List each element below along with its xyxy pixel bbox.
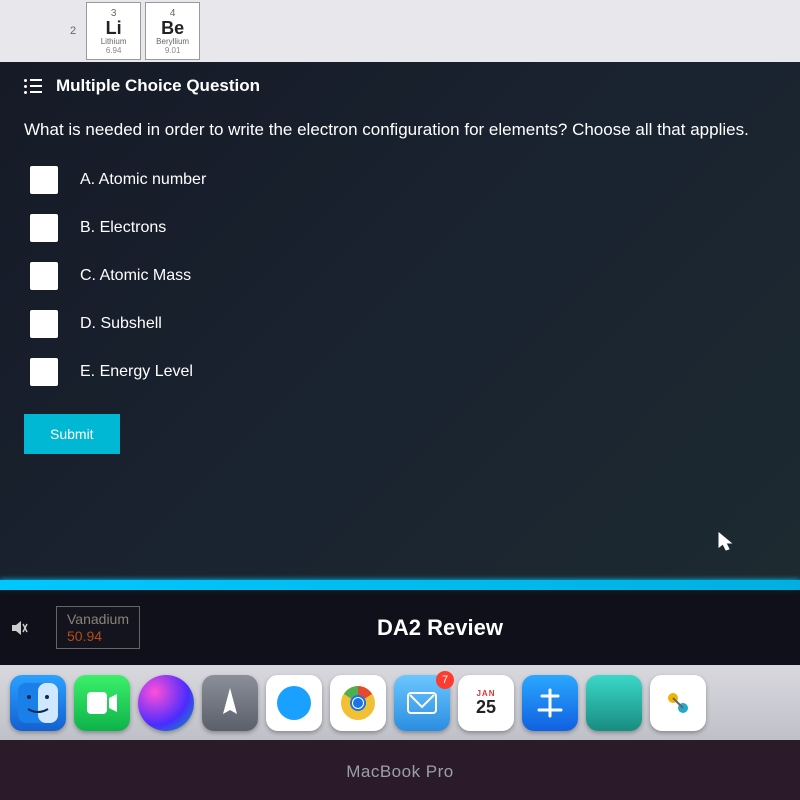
checkbox-d[interactable] [30,310,58,338]
mute-icon[interactable] [6,615,32,641]
progress-bar[interactable] [0,580,800,590]
atomic-mass: 9.01 [165,46,181,55]
panel-title: Multiple Choice Question [56,76,260,96]
cursor-icon [718,532,734,552]
siri-icon[interactable] [138,675,194,731]
review-bar: Vanadium 50.94 DA2 Review [0,590,800,665]
element-lithium: 3 Li Lithium 6.94 [86,2,141,60]
calendar-icon[interactable]: JAN 25 [458,675,514,731]
question-text: What is needed in order to write the ele… [24,118,776,142]
device-label: MacBook Pro [0,762,800,782]
checkbox-e[interactable] [30,358,58,386]
checkbox-b[interactable] [30,214,58,242]
list-icon[interactable] [24,79,42,94]
options-list: A. Atomic number B. Electrons C. Atomic … [30,166,776,386]
finder-icon[interactable] [10,675,66,731]
dock-app-icon[interactable] [650,675,706,731]
element-symbol: Be [161,19,184,37]
element-name: Beryllium [156,37,189,46]
atomic-number: 3 [111,8,117,19]
mail-icon[interactable] [394,675,450,731]
safari-icon[interactable] [266,675,322,731]
dock-app-icon[interactable] [586,675,642,731]
element-symbol: Li [106,19,122,37]
element-name: Vanadium [67,611,129,628]
option-e[interactable]: E. Energy Level [30,358,776,386]
option-d[interactable]: D. Subshell [30,310,776,338]
chrome-icon[interactable] [330,675,386,731]
element-name: Lithium [101,37,127,46]
option-label: C. Atomic Mass [80,267,191,285]
calendar-day: 25 [476,698,496,716]
launchpad-icon[interactable] [202,675,258,731]
quiz-panel: Multiple Choice Question What is needed … [0,62,800,580]
panel-header: Multiple Choice Question [24,76,776,96]
review-title: DA2 Review [140,615,800,641]
element-card-vanadium: Vanadium 50.94 [56,606,140,650]
appstore-icon[interactable] [522,675,578,731]
option-label: E. Energy Level [80,363,193,381]
period-number: 2 [70,25,76,37]
option-b[interactable]: B. Electrons [30,214,776,242]
periodic-table-strip: 2 3 Li Lithium 6.94 4 Be Beryllium 9.01 [0,0,800,62]
option-label: D. Subshell [80,315,162,333]
checkbox-c[interactable] [30,262,58,290]
atomic-mass: 6.94 [106,46,122,55]
option-c[interactable]: C. Atomic Mass [30,262,776,290]
atomic-number: 4 [170,8,176,19]
submit-button[interactable]: Submit [24,414,120,454]
checkbox-a[interactable] [30,166,58,194]
macos-dock: JAN 25 [0,665,800,740]
element-beryllium: 4 Be Beryllium 9.01 [145,2,200,60]
element-mass: 50.94 [67,628,129,645]
option-label: A. Atomic number [80,171,206,189]
facetime-icon[interactable] [74,675,130,731]
option-label: B. Electrons [80,219,166,237]
option-a[interactable]: A. Atomic number [30,166,776,194]
